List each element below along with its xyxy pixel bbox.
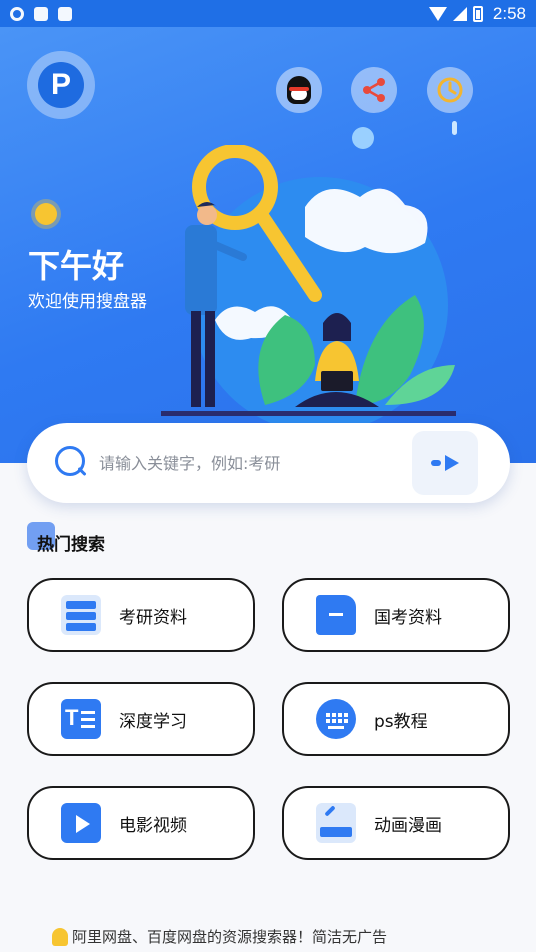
search-icon [55, 446, 89, 480]
status-bar: 2:58 [0, 0, 536, 27]
hot-search-heading: 热门搜索 [27, 522, 105, 555]
hot-item-animation[interactable]: 动画漫画 [282, 786, 510, 860]
search-input[interactable] [99, 453, 389, 473]
hot-item-civil-service[interactable]: 国考资料 [282, 578, 510, 652]
wifi-icon [428, 6, 447, 21]
hot-item-ps-tutorial[interactable]: ps教程 [282, 682, 510, 756]
hot-item-label: 电影视频 [119, 815, 187, 836]
clock-icon [437, 77, 463, 103]
qq-button[interactable] [276, 67, 322, 113]
notification-icon [34, 6, 48, 21]
history-button[interactable] [427, 67, 473, 113]
search-submit-button[interactable] [412, 431, 478, 495]
document-icon [316, 595, 356, 635]
notification-icon [58, 6, 72, 21]
clock: 2:58 [492, 3, 526, 23]
battery-icon [472, 5, 483, 22]
sync-icon [10, 6, 24, 21]
keyboard-icon [316, 699, 356, 739]
search-bar[interactable] [27, 423, 510, 503]
bell-icon [52, 927, 68, 946]
hot-item-exam-materials[interactable]: 考研资料 [27, 578, 255, 652]
video-icon [61, 803, 101, 843]
hero-banner: P 下午好 欢迎使用搜盘器 [0, 27, 536, 463]
logo-letter: P [38, 62, 84, 108]
hot-item-label: 深度学习 [119, 711, 187, 732]
footer-text: 阿里网盘、百度网盘的资源搜索器！简洁无广告 [72, 928, 388, 946]
greeting: 下午好 [28, 247, 125, 285]
hot-search-title: 热门搜索 [37, 535, 105, 555]
hot-item-deep-learning[interactable]: 深度学习 [27, 682, 255, 756]
share-button[interactable] [351, 67, 397, 113]
share-icon [363, 78, 385, 102]
send-arrow-icon [431, 455, 459, 471]
app-logo: P [27, 51, 95, 119]
qq-penguin-icon [287, 76, 311, 104]
sun-icon [35, 203, 57, 225]
footer-tagline: 阿里网盘、百度网盘的资源搜索器！简洁无广告 [52, 926, 387, 947]
welcome-text: 欢迎使用搜盘器 [28, 292, 147, 312]
text-doc-icon [61, 699, 101, 739]
search-illustration [161, 145, 456, 425]
hot-item-label: ps教程 [374, 711, 428, 732]
hot-item-label: 动画漫画 [374, 815, 442, 836]
signal-icon [452, 6, 467, 21]
hot-item-movies[interactable]: 电影视频 [27, 786, 255, 860]
decoration-dot [452, 121, 457, 135]
animation-icon [316, 803, 356, 843]
hot-item-label: 考研资料 [119, 607, 187, 628]
list-icon [61, 595, 101, 635]
hot-item-label: 国考资料 [374, 607, 442, 628]
